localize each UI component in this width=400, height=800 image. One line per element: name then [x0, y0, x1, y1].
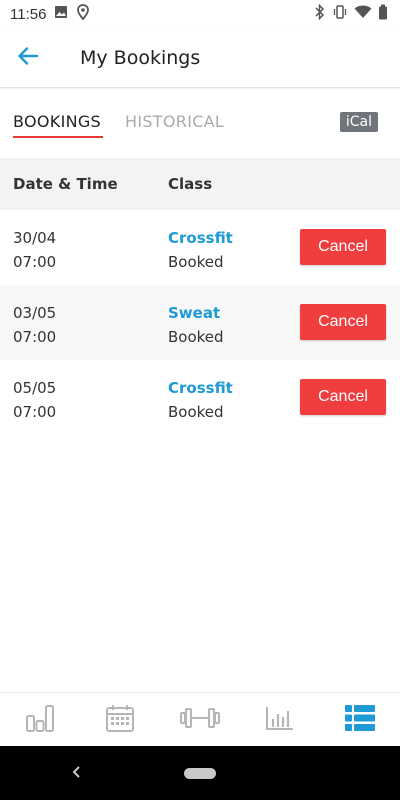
booking-date: 05/05 — [13, 379, 57, 397]
system-home-pill[interactable] — [184, 768, 216, 779]
nav-stats[interactable] — [240, 693, 320, 747]
battery-icon — [378, 4, 388, 24]
booking-status: Booked — [168, 253, 224, 271]
nav-workouts[interactable] — [160, 693, 240, 747]
cancel-button[interactable]: Cancel — [300, 379, 386, 415]
dumbbell-icon — [178, 706, 222, 734]
class-name-link[interactable]: Sweat — [168, 301, 224, 325]
status-right — [314, 3, 388, 24]
bottom-navigation — [0, 692, 400, 746]
booking-class: Sweat Booked — [168, 301, 224, 349]
status-time: 11:56 — [10, 5, 47, 23]
booking-date: 30/04 — [13, 229, 57, 247]
booking-time: 07:00 — [13, 253, 57, 271]
booking-time: 07:00 — [13, 328, 57, 346]
booking-datetime: 30/04 07:00 — [13, 226, 56, 274]
page-title: My Bookings — [80, 46, 201, 69]
booking-row: 30/04 07:00 Crossfit Booked Cancel — [0, 210, 400, 285]
location-pin-icon — [76, 4, 90, 24]
image-icon — [54, 5, 68, 23]
booking-class: Crossfit Booked — [168, 376, 233, 424]
booking-time: 07:00 — [13, 403, 57, 421]
booking-class: Crossfit Booked — [168, 226, 233, 274]
bluetooth-icon — [314, 3, 326, 24]
nav-bookings[interactable] — [320, 693, 400, 747]
status-bar: 11:56 — [0, 0, 400, 28]
cancel-button[interactable]: Cancel — [300, 229, 386, 265]
nav-calendar[interactable] — [80, 693, 160, 747]
vibrate-icon — [332, 4, 348, 24]
tab-historical[interactable]: HISTORICAL — [125, 112, 224, 131]
tab-bar: BOOKINGS HISTORICAL iCal — [0, 104, 400, 146]
stats-icon — [265, 705, 295, 735]
cancel-button[interactable]: Cancel — [300, 304, 386, 340]
arrow-left-icon — [17, 46, 39, 70]
booking-status: Booked — [168, 403, 224, 421]
class-name-link[interactable]: Crossfit — [168, 226, 233, 250]
app-bar: My Bookings — [0, 28, 400, 88]
class-name-link[interactable]: Crossfit — [168, 376, 233, 400]
booking-row: 03/05 07:00 Sweat Booked Cancel — [0, 285, 400, 360]
booking-datetime: 05/05 07:00 — [13, 376, 56, 424]
booking-row: 05/05 07:00 Crossfit Booked Cancel — [0, 360, 400, 435]
system-back-icon[interactable] — [70, 764, 84, 784]
status-left: 11:56 — [10, 4, 90, 24]
header-date-time: Date & Time — [13, 175, 118, 193]
list-icon — [345, 704, 375, 735]
wifi-icon — [354, 5, 372, 23]
booking-datetime: 03/05 07:00 — [13, 301, 56, 349]
calendar-icon — [105, 703, 135, 737]
ical-button[interactable]: iCal — [339, 112, 378, 132]
back-button[interactable] — [0, 28, 56, 88]
nav-bar-chart[interactable] — [0, 693, 80, 747]
booking-date: 03/05 — [13, 304, 57, 322]
booking-status: Booked — [168, 328, 224, 346]
tab-bookings[interactable]: BOOKINGS — [13, 112, 101, 131]
bar-chart-icon — [25, 703, 55, 737]
system-navigation-bar — [0, 746, 400, 800]
active-tab-indicator — [13, 136, 103, 138]
table-header: Date & Time Class — [0, 158, 400, 210]
header-class: Class — [168, 175, 213, 193]
